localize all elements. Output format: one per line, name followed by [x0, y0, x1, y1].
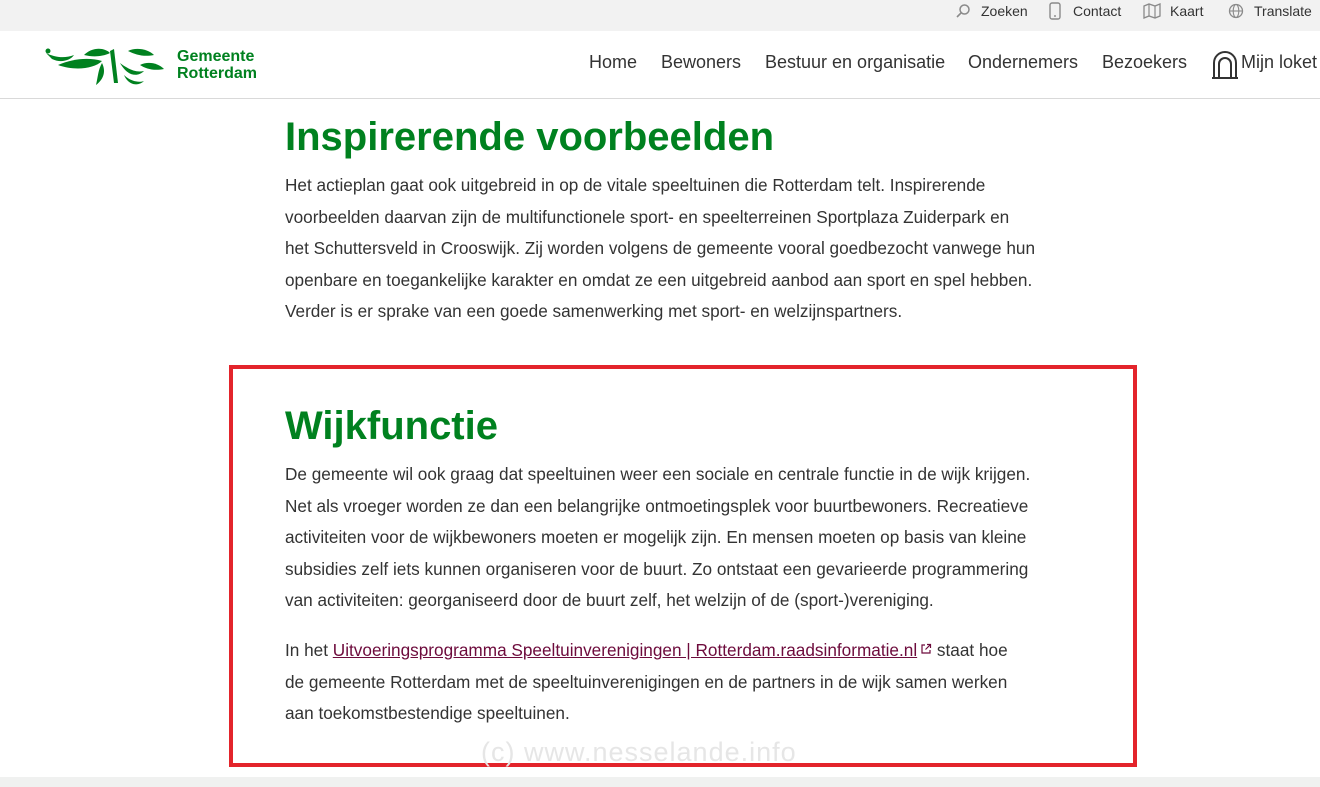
nav-home[interactable]: Home [589, 52, 637, 73]
nav-ondernemers[interactable]: Ondernemers [968, 52, 1078, 73]
footer-strip [0, 777, 1320, 787]
phone-icon [1046, 2, 1064, 20]
paragraph-line: openbare en toegankelijke karakter en om… [285, 269, 1033, 290]
logo[interactable]: Gemeente Rotterdam [44, 43, 257, 87]
translate-link-label: Translate [1254, 3, 1312, 19]
translate-link[interactable]: Translate [1227, 0, 1312, 22]
logo-line-1: Gemeente [177, 48, 255, 65]
highlight-box [229, 365, 1137, 767]
contact-link[interactable]: Contact [1046, 0, 1121, 22]
rotterdam-logo-mark [45, 48, 164, 85]
watermark: (c) www.nesselande.info [481, 737, 797, 767]
paragraph-line: Het actieplan gaat ook uitgebreid in op … [285, 175, 986, 195]
map-icon [1143, 2, 1161, 20]
map-link-label: Kaart [1170, 3, 1204, 19]
search-link[interactable]: Zoeken [954, 0, 1028, 22]
arch-icon[interactable] [1211, 50, 1239, 80]
contact-link-label: Contact [1073, 3, 1122, 19]
logo-text: Gemeente Rotterdam [177, 48, 257, 82]
paragraph-line: Verder is er sprake van een goede samenw… [285, 301, 903, 321]
utility-bar: Zoeken Contact Kaart Translate [0, 0, 1320, 31]
logo-line-2: Rotterdam [177, 65, 258, 82]
nav-bezoekers[interactable]: Bezoekers [1102, 52, 1187, 73]
globe-icon [1227, 2, 1245, 20]
site-header: Gemeente Rotterdam Home Bewoners Bestuur… [0, 31, 1320, 99]
nav-bewoners[interactable]: Bewoners [661, 52, 741, 73]
search-icon [954, 2, 972, 20]
paragraph-line: het Schuttersveld in Crooswijk. Zij word… [285, 238, 1036, 258]
search-link-label: Zoeken [981, 3, 1028, 19]
paragraph-line: voorbeelden daarvan zijn de multifunctio… [285, 206, 1010, 227]
section-heading-inspirerende-voorbeelden: Inspirerende voorbeelden [285, 115, 775, 159]
nav-bestuur-en-organisatie[interactable]: Bestuur en organisatie [765, 52, 945, 73]
map-link[interactable]: Kaart [1143, 0, 1203, 22]
nav-mijn-loket[interactable]: Mijn loket [1241, 52, 1317, 73]
section1-paragraph: Het actieplan gaat ook uitgebreid in op … [285, 170, 1075, 328]
